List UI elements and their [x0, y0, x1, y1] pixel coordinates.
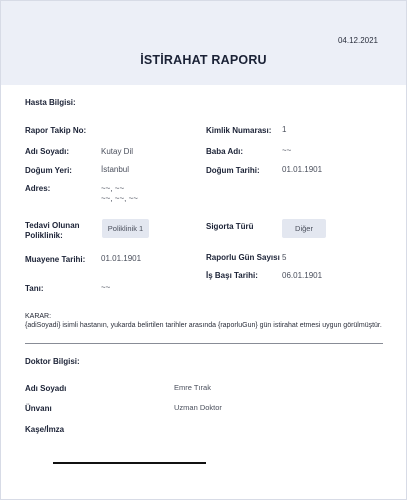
report-date: 04.12.2021 — [337, 36, 378, 45]
clinic-value-chip: Poliklinik 1 — [102, 219, 149, 238]
diagnosis-value: ~~ — [101, 283, 111, 292]
report-no-label: Rapor Takip No: — [25, 126, 87, 135]
report-header: 04.12.2021 İSTİRAHAT RAPORU — [1, 1, 406, 85]
return-date-value: 06.01.1901 — [282, 271, 323, 280]
doctor-title-label: Ünvanı — [25, 404, 52, 413]
birthdate-label: Doğum Tarihi: — [206, 166, 260, 175]
clinic-label: Tedavi Olunan Poliklinik: — [25, 221, 80, 240]
report-days-value: 5 — [282, 253, 287, 262]
id-label: Kimlik Numarası: — [206, 126, 272, 135]
doctor-name-label: Adı Soyadı — [25, 384, 67, 393]
name-value: Kutay Dil — [101, 147, 134, 156]
stamp-signature-label: Kaşe/İmza — [25, 425, 65, 434]
report-title: İSTİRAHAT RAPORU — [140, 53, 267, 67]
address-value: ~~, ~~ ~~, ~~, ~~ — [101, 184, 138, 203]
patient-section-title: Hasta Bilgisi: — [25, 98, 76, 107]
insurance-value-chip: Diğer — [282, 219, 326, 238]
decision-text: {adiSoyadi} isimli hastanın, yukarda bel… — [25, 322, 382, 329]
signature-line — [53, 462, 206, 464]
doctor-name-value: Emre Tırak — [174, 383, 211, 392]
father-value: ~~ — [282, 146, 292, 155]
exam-date-label: Muayene Tarihi: — [25, 255, 86, 264]
doctor-section-title: Doktor Bilgisi: — [25, 357, 80, 366]
section-divider — [25, 343, 383, 344]
id-value: 1 — [282, 125, 287, 134]
return-date-label: İş Başı Tarihi: — [206, 271, 258, 280]
doctor-title-value: Uzman Doktor — [174, 403, 222, 412]
address-label: Adres: — [25, 184, 51, 193]
birthplace-value: İstanbul — [101, 165, 130, 174]
report-page: 04.12.2021 İSTİRAHAT RAPORU Hasta Bilgis… — [0, 0, 407, 500]
exam-date-value: 01.01.1901 — [101, 254, 142, 263]
father-label: Baba Adı: — [206, 147, 244, 156]
birthdate-value: 01.01.1901 — [282, 165, 323, 174]
insurance-label: Sigorta Türü — [206, 222, 254, 231]
diagnosis-label: Tanı: — [25, 284, 44, 293]
name-label: Adı Soyadı: — [25, 147, 70, 156]
birthplace-label: Doğum Yeri: — [25, 166, 72, 175]
report-days-label: Raporlu Gün Sayısı — [206, 253, 280, 262]
decision-label: KARAR: — [25, 313, 52, 320]
